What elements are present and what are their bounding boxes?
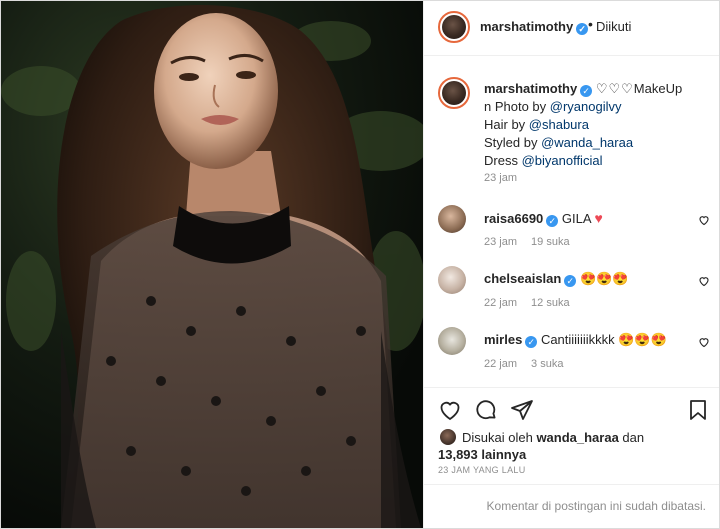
commenter-avatar[interactable]: [438, 205, 466, 233]
comment-text: mirles ✓ Cantiiiiiiikkkk 😍😍😍: [484, 332, 667, 348]
liker-username[interactable]: wanda_haraa: [536, 430, 618, 445]
comment-bubble-icon[interactable]: [474, 398, 498, 422]
post-photo-image: [1, 1, 423, 528]
comment-meta: 23 jam 19 suka: [484, 236, 584, 248]
comments-footer: Komentar di postingan ini sudah dibatasi…: [424, 484, 719, 528]
heart-emoji-icons: ♡♡♡: [595, 81, 634, 96]
caption-line-1: MakeUp: [633, 81, 683, 96]
comment-like-heart-icon[interactable]: [698, 275, 710, 287]
verified-badge-icon: ✓: [576, 23, 589, 35]
comment-body: Cantiiiiiiikkkk: [540, 332, 615, 347]
comment-time[interactable]: 22 jam: [484, 358, 517, 370]
caption-text: marshatimothy ✓ ♡♡♡MakeUp n Photo by @rya…: [484, 80, 706, 170]
caption-time[interactable]: 23 jam: [484, 172, 517, 184]
post-side-panel: marshatimothy ✓ • Diikuti marshatimothy ✓ …: [423, 1, 719, 528]
mention-ryanogilvy[interactable]: @ryanogilvy: [550, 99, 622, 114]
caption-avatar[interactable]: [438, 77, 470, 109]
caption-line-4-prefix: Styled by: [484, 135, 542, 150]
commenter-username[interactable]: raisa6690: [484, 211, 543, 226]
caption-username[interactable]: marshatimothy: [484, 81, 577, 96]
mention-shabura[interactable]: @shabura: [529, 117, 589, 132]
caption-line-2-prefix: n Photo by: [484, 99, 550, 114]
mention-wanda-haraa[interactable]: @wanda_haraa: [541, 135, 633, 150]
comment-time[interactable]: 22 jam: [484, 297, 517, 309]
save-bookmark-icon[interactable]: [686, 398, 710, 422]
comment-text: raisa6690 ✓ GILA ♥: [484, 210, 603, 227]
commenter-avatar[interactable]: [438, 266, 466, 294]
caption-line-5-prefix: Dress: [484, 153, 522, 168]
comment-item: chelseaislan ✓ 😍😍😍 22 jam 12 suka: [438, 266, 710, 310]
comment-likes[interactable]: 12 suka: [531, 297, 570, 309]
heart-eyes-emoji-icon: 😍😍😍: [618, 332, 667, 347]
comment-like-heart-icon[interactable]: [698, 336, 710, 348]
likes-summary: Disukai oleh wanda_haraa dan 13,893 lain…: [438, 429, 698, 463]
follow-status-button[interactable]: Diikuti: [596, 19, 631, 34]
verified-badge-icon: ✓: [525, 336, 538, 348]
comment-likes[interactable]: 19 suka: [531, 236, 570, 248]
comments-limited-message: Komentar di postingan ini sudah dibatasi…: [486, 499, 706, 513]
comment-text: chelseaislan ✓ 😍😍😍: [484, 271, 629, 287]
comment-meta: 22 jam 12 suka: [484, 297, 584, 309]
commenter-username[interactable]: chelseaislan: [484, 271, 561, 286]
author-avatar[interactable]: [438, 11, 470, 43]
commenter-avatar[interactable]: [438, 327, 466, 355]
heart-eyes-emoji-icon: 😍😍😍: [579, 271, 629, 286]
comment-like-heart-icon[interactable]: [698, 214, 710, 226]
verified-badge-icon: ✓: [564, 275, 577, 287]
red-heart-emoji-icon: ♥: [594, 210, 603, 226]
verified-badge-icon: ✓: [580, 85, 593, 97]
comment-time[interactable]: 23 jam: [484, 236, 517, 248]
post-timestamp[interactable]: 23 JAM YANG LALU: [438, 465, 526, 475]
comment-item: mirles ✓ Cantiiiiiiikkkk 😍😍😍 22 jam 3 suka: [438, 327, 710, 371]
comment-meta: 22 jam 3 suka: [484, 358, 577, 370]
instagram-post-window: marshatimothy ✓ • Diikuti marshatimothy ✓ …: [0, 0, 720, 529]
likes-connector: dan: [618, 430, 645, 445]
mention-biyanofficial[interactable]: @biyanofficial: [522, 153, 603, 168]
likes-prefix: Disukai oleh: [462, 430, 537, 445]
comment-likes[interactable]: 3 suka: [531, 358, 563, 370]
post-header: marshatimothy ✓ • Diikuti: [424, 1, 719, 56]
like-heart-icon[interactable]: [438, 398, 462, 422]
comment-item: raisa6690 ✓ GILA ♥ 23 jam 19 suka: [438, 205, 710, 249]
comment-body: GILA: [561, 211, 591, 226]
post-photo[interactable]: [1, 1, 423, 528]
author-username-text[interactable]: marshatimothy: [480, 19, 573, 34]
verified-badge-icon: ✓: [546, 215, 559, 227]
share-paper-plane-icon[interactable]: [510, 398, 534, 422]
commenter-username[interactable]: mirles: [484, 332, 522, 347]
liker-avatar[interactable]: [440, 429, 456, 445]
caption-line-3-prefix: Hair by: [484, 117, 529, 132]
author-username[interactable]: marshatimothy ✓: [480, 19, 589, 35]
header-separator: •: [588, 16, 593, 32]
likes-count[interactable]: 13,893 lainnya: [438, 447, 526, 462]
